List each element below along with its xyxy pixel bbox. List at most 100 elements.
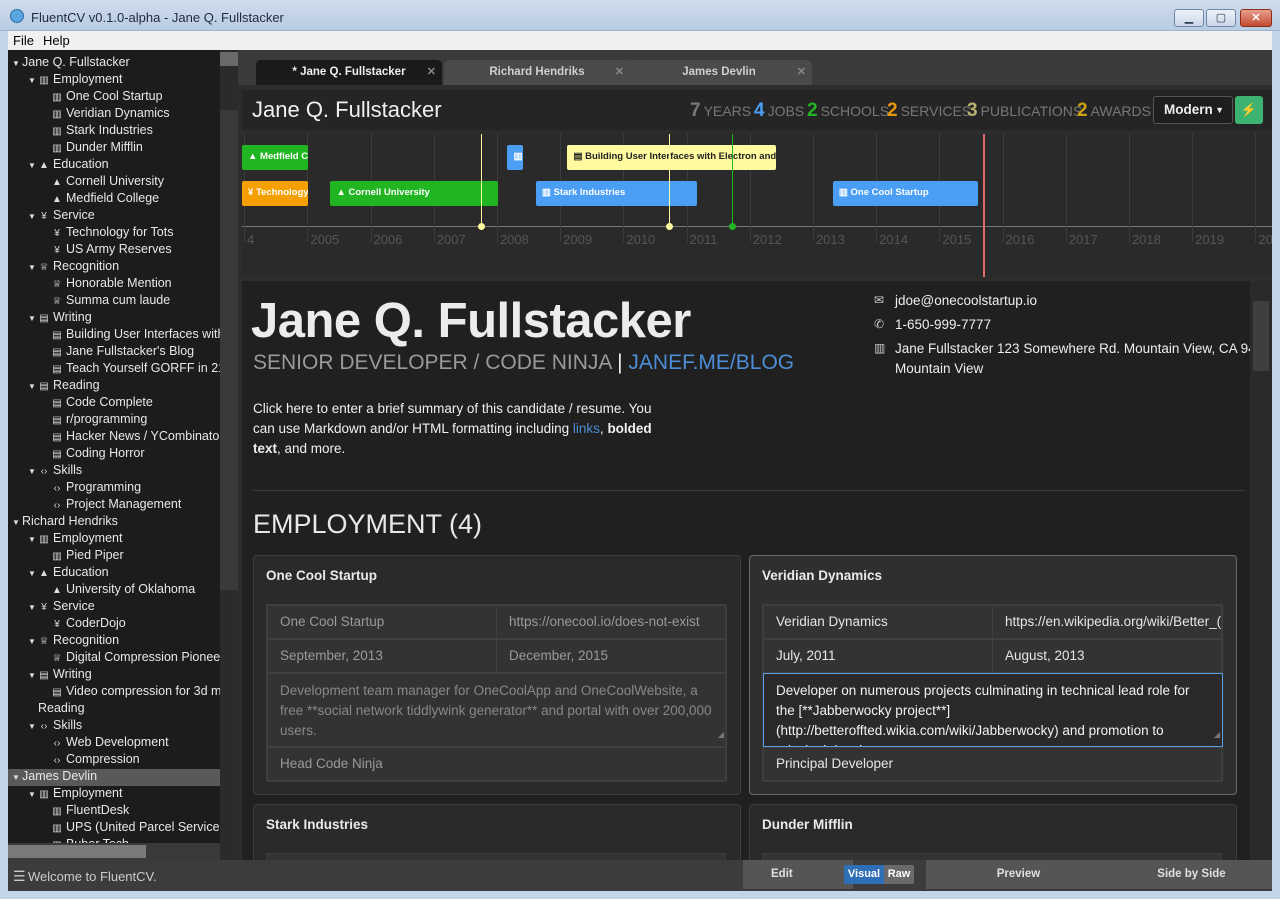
- position-field[interactable]: Principal Developer: [763, 747, 1223, 781]
- blog-link[interactable]: JANEF.ME/BLOG: [628, 351, 794, 374]
- timeline-bar-employment[interactable]: ▥: [507, 145, 524, 170]
- doc-tab[interactable]: * Jane Q. Fullstacker ✕: [256, 60, 442, 85]
- timeline-bar-education[interactable]: ▲ Cornell University: [330, 181, 498, 206]
- tree-item[interactable]: ▥ One Cool Startup: [8, 89, 220, 106]
- doc-tab[interactable]: Richard Hendriks ✕: [444, 60, 630, 85]
- tree-item[interactable]: Reading: [8, 701, 220, 718]
- tree-item[interactable]: ▤ Jane Fullstacker's Blog: [8, 344, 220, 361]
- maximize-button[interactable]: ▢: [1206, 9, 1236, 27]
- timeline-marker-dot[interactable]: [728, 223, 736, 230]
- position-field[interactable]: Head Code Ninja: [267, 747, 727, 781]
- menu-file[interactable]: File: [13, 33, 34, 48]
- expand-chevron-icon[interactable]: ▼: [28, 535, 38, 544]
- theme-dropdown[interactable]: Modern ▼: [1153, 96, 1233, 124]
- tree-item[interactable]: ▤ Code Complete: [8, 395, 220, 412]
- summary-link[interactable]: links: [573, 421, 600, 436]
- tree-item[interactable]: ▥ Stark Industries: [8, 123, 220, 140]
- tree-item[interactable]: ‹› Programming: [8, 480, 220, 497]
- start-date-field[interactable]: September, 2013: [267, 639, 497, 673]
- tree-item[interactable]: ▼ ▲ Education: [8, 157, 220, 174]
- expand-chevron-icon[interactable]: ▼: [28, 722, 38, 731]
- close-icon[interactable]: ✕: [797, 60, 806, 84]
- expand-chevron-icon[interactable]: ▼: [12, 59, 22, 68]
- tree-item[interactable]: ▼ ♕ Recognition: [8, 633, 220, 650]
- visual-mode-button[interactable]: Visual: [844, 865, 884, 884]
- expand-chevron-icon[interactable]: ▼: [28, 161, 38, 170]
- tree-item[interactable]: ▤ Coding Horror: [8, 446, 220, 463]
- tree-item[interactable]: ▼ ▲ Education: [8, 565, 220, 582]
- timeline-marker-dot[interactable]: [477, 223, 485, 230]
- close-icon[interactable]: ✕: [427, 60, 436, 84]
- tree-item[interactable]: ▼ ¥ Service: [8, 599, 220, 616]
- tree-item[interactable]: ▼ ▥ Employment: [8, 786, 220, 803]
- tree-scroll-thumb[interactable]: [220, 110, 238, 590]
- tree-item[interactable]: ♕ Honorable Mention: [8, 276, 220, 293]
- minimize-button[interactable]: ▁: [1174, 9, 1204, 27]
- expand-chevron-icon[interactable]: ▼: [28, 467, 38, 476]
- tree-item[interactable]: ▲ Cornell University: [8, 174, 220, 191]
- tree-item[interactable]: ▼ ‹› Skills: [8, 463, 220, 480]
- menu-help[interactable]: Help: [43, 33, 70, 48]
- preview-scrollbar[interactable]: [1250, 281, 1272, 860]
- tree-item[interactable]: ‹› Web Development: [8, 735, 220, 752]
- tree-item[interactable]: ▼ ▤ Writing: [8, 310, 220, 327]
- bolt-button[interactable]: ⚡: [1235, 96, 1263, 124]
- resume-name[interactable]: Jane Q. Fullstacker: [251, 293, 691, 349]
- tree-scrollbar[interactable]: [220, 50, 238, 860]
- resume-summary[interactable]: Click here to enter a brief summary of t…: [253, 399, 663, 459]
- timeline-bar-writing[interactable]: ▤ Building User Interfaces with Electron…: [567, 145, 777, 170]
- employment-card[interactable]: Veridian Dynamics Veridian Dynamics https:…: [749, 555, 1237, 795]
- expand-chevron-icon[interactable]: ▼: [28, 637, 38, 646]
- summary-field[interactable]: Development team manager for OneCoolApp …: [267, 673, 727, 747]
- view-preview-tab[interactable]: Preview: [926, 860, 1111, 889]
- employment-card[interactable]: One Cool Startup One Cool Startup https://…: [253, 555, 741, 795]
- tree-item[interactable]: ▥ Dunder Mifflin: [8, 140, 220, 157]
- timeline-marker-dot[interactable]: [665, 223, 673, 230]
- expand-chevron-icon[interactable]: ▼: [28, 212, 38, 221]
- hamburger-icon[interactable]: ☰: [13, 868, 26, 885]
- resize-grip-icon[interactable]: ◢: [1214, 725, 1220, 745]
- tree-item[interactable]: ▼ ¥ Service: [8, 208, 220, 225]
- raw-mode-button[interactable]: Raw: [884, 865, 914, 884]
- timeline-bar-service[interactable]: ¥ Technology: [242, 181, 309, 206]
- tree-item[interactable]: ▤ Video compression for 3d me: [8, 684, 220, 701]
- doc-tab[interactable]: James Devlin ✕: [626, 60, 812, 85]
- expand-chevron-icon[interactable]: ▼: [28, 76, 38, 85]
- tree-item[interactable]: ▲ University of Oklahoma: [8, 582, 220, 599]
- tree-item[interactable]: ¥ CoderDojo: [8, 616, 220, 633]
- timeline-bar-education[interactable]: ▲ Medfield C: [242, 145, 309, 170]
- expand-chevron-icon[interactable]: ▼: [12, 518, 22, 527]
- tree-horizontal-scrollbar[interactable]: [8, 843, 220, 860]
- tree-item[interactable]: ▲ Medfield College: [8, 191, 220, 208]
- tree-item[interactable]: ▼ ▤ Writing: [8, 667, 220, 684]
- close-icon[interactable]: ✕: [615, 60, 624, 84]
- title-bar[interactable]: FluentCV v0.1.0-alpha - Jane Q. Fullstac…: [0, 0, 1280, 31]
- url-field[interactable]: https://en.wikipedia.org/wiki/Better_(: [992, 605, 1223, 639]
- expand-chevron-icon[interactable]: ▼: [28, 382, 38, 391]
- expand-chevron-icon[interactable]: ▼: [28, 790, 38, 799]
- tree-item[interactable]: ▤ Hacker News / YCombinator: [8, 429, 220, 446]
- end-date-field[interactable]: August, 2013: [992, 639, 1223, 673]
- url-field[interactable]: https://onecool.io/does-not-exist: [496, 605, 727, 639]
- preview-scroll-thumb[interactable]: [1253, 301, 1269, 371]
- tree-item[interactable]: ▼ ‹› Skills: [8, 718, 220, 735]
- tree-item[interactable]: ▼ ▥ Employment: [8, 72, 220, 89]
- tree-item[interactable]: ▼ ♕ Recognition: [8, 259, 220, 276]
- tree-item[interactable]: ▥ UPS (United Parcel Service): [8, 820, 220, 837]
- tree-item[interactable]: ♕ Summa cum laude: [8, 293, 220, 310]
- tree-item[interactable]: ▤ Teach Yourself GORFF in 21 D: [8, 361, 220, 378]
- timeline-bar-employment[interactable]: ▥ Stark Industries: [535, 181, 698, 206]
- tree-item[interactable]: ‹› Compression: [8, 752, 220, 769]
- tree-item[interactable]: ‹› Project Management: [8, 497, 220, 514]
- tree-item[interactable]: ▤ r/programming: [8, 412, 220, 429]
- expand-chevron-icon[interactable]: ▼: [12, 773, 22, 782]
- expand-chevron-icon[interactable]: ▼: [28, 569, 38, 578]
- resume-label[interactable]: SENIOR DEVELOPER / CODE NINJA: [253, 351, 611, 374]
- employer-field[interactable]: One Cool Startup: [267, 605, 497, 639]
- employment-card[interactable]: Dunder Mifflin: [749, 804, 1237, 860]
- view-side-by-side-tab[interactable]: Side by Side: [1111, 860, 1272, 889]
- tree-item[interactable]: ▼ Richard Hendriks: [8, 514, 220, 531]
- end-date-field[interactable]: December, 2015: [496, 639, 727, 673]
- tree-item[interactable]: ▥ Veridian Dynamics: [8, 106, 220, 123]
- scroll-up-arrow[interactable]: [220, 52, 238, 66]
